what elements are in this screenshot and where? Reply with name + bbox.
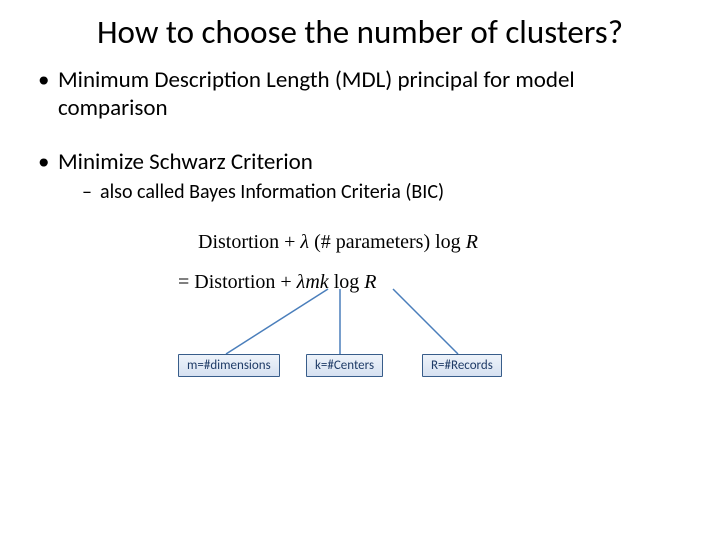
- formula-l1-lambda: λ: [300, 231, 309, 253]
- slide-title: How to choose the number of clusters?: [0, 0, 720, 52]
- formula-l2-eq: = Distortion +: [178, 271, 297, 293]
- formula-l1-a: Distortion +: [198, 231, 300, 253]
- formula-l1-R: R: [466, 231, 478, 253]
- formula-l2-log: log: [329, 271, 365, 293]
- callout-r: R=#Records: [422, 354, 502, 377]
- bullet-mdl: Minimum Description Length (MDL) princip…: [38, 66, 682, 122]
- formula-line-1: Distortion + λ (# parameters) log R: [198, 231, 478, 254]
- callout-m: m=#dimensions: [178, 354, 280, 377]
- formula-line-2: = Distortion + λmk log R: [178, 271, 376, 294]
- sub-bullet-list: also called Bayes Information Criteria (…: [58, 180, 682, 205]
- slide: How to choose the number of clusters? Mi…: [0, 0, 720, 540]
- connector-lines: [38, 231, 682, 421]
- bullet-schwarz: Minimize Schwarz Criterion also called B…: [38, 148, 682, 205]
- formula-l2-m: m: [305, 271, 319, 293]
- connector-m: [226, 289, 328, 354]
- callout-k: k=#Centers: [306, 354, 383, 377]
- bullet-list: Minimum Description Length (MDL) princip…: [38, 66, 682, 205]
- formula-l2-R: R: [364, 271, 376, 293]
- formula-l1-b: (# parameters) log: [309, 231, 466, 253]
- formula-l2-k: k: [320, 271, 329, 293]
- bullet-schwarz-text: Minimize Schwarz Criterion: [58, 148, 313, 176]
- formula-area: Distortion + λ (# parameters) log R = Di…: [38, 231, 682, 421]
- sub-bullet-bic: also called Bayes Information Criteria (…: [82, 180, 682, 205]
- slide-body: Minimum Description Length (MDL) princip…: [0, 52, 720, 421]
- connector-r: [393, 289, 458, 354]
